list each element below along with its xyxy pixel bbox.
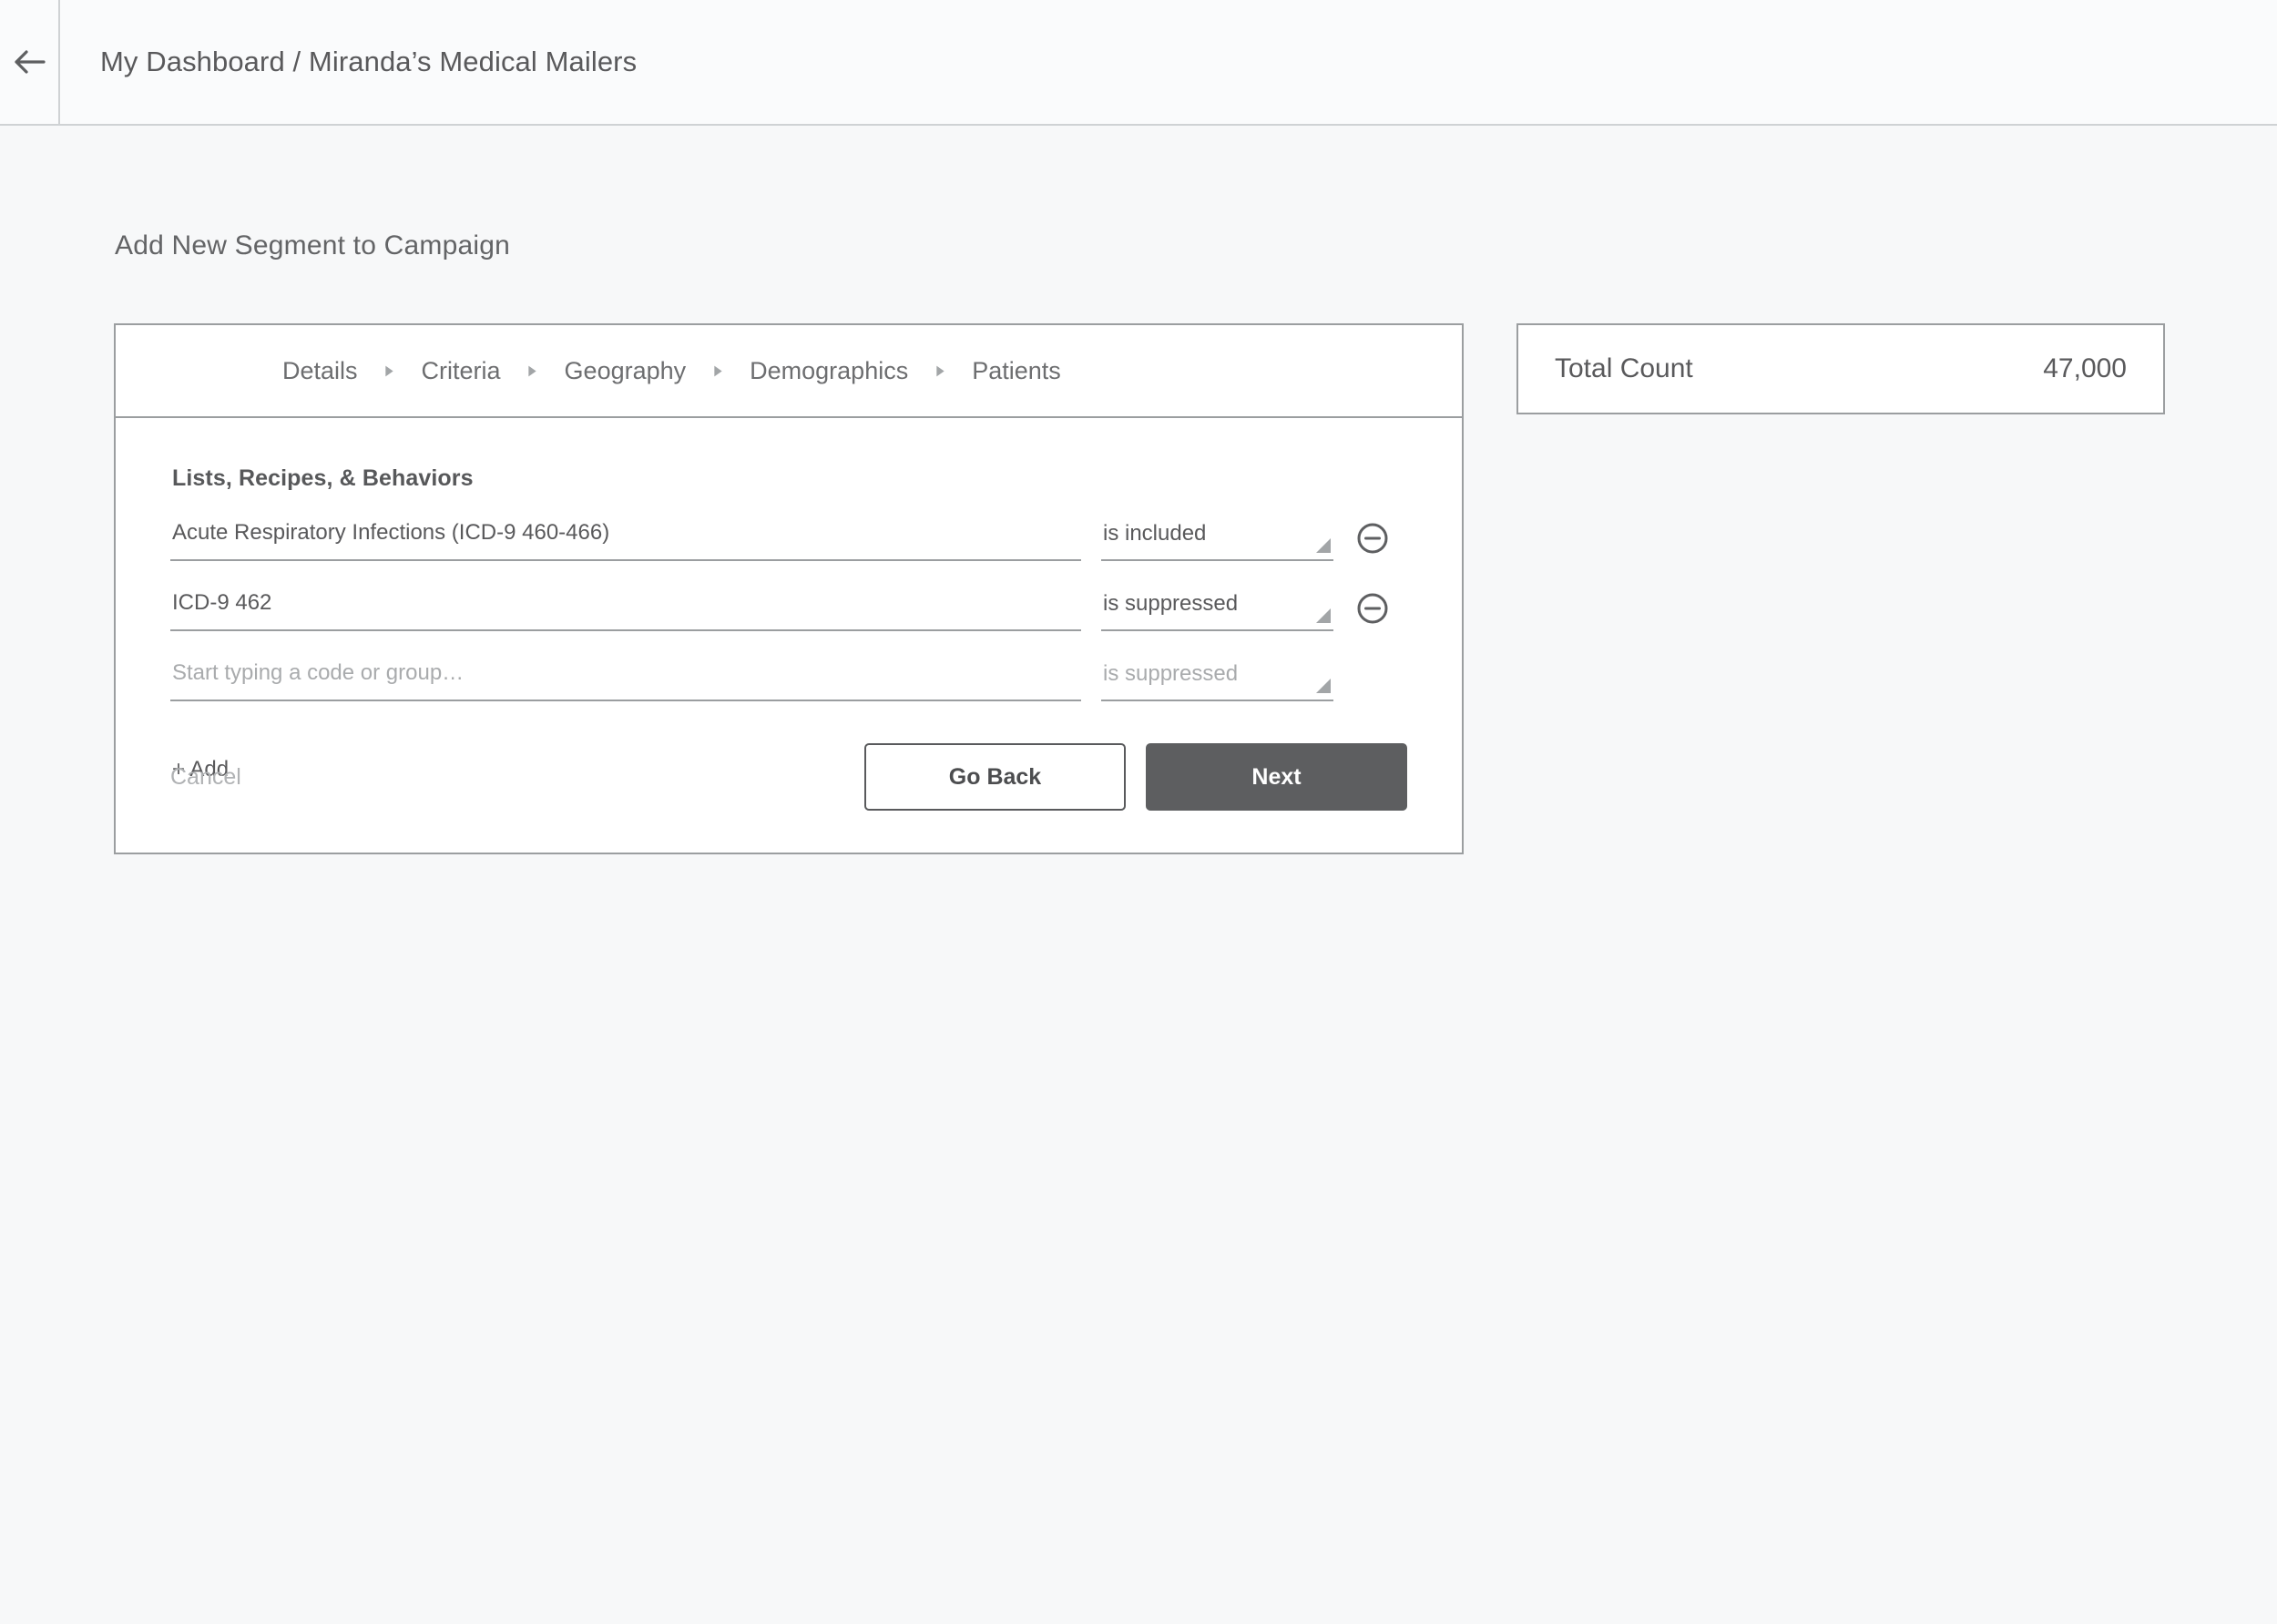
criteria-code-input[interactable] [170,517,1081,561]
total-count-label: Total Count [1555,353,1693,383]
top-header-bar: My Dashboard / Miranda’s Medical Mailers [0,0,2277,126]
criteria-row: is suppressed [170,658,1407,728]
cancel-link[interactable]: Cancel [170,764,241,791]
card-actions: Cancel Go Back Next [170,743,1407,811]
caret-right-icon [686,363,750,379]
step-details[interactable]: Details [282,357,358,385]
criteria-condition-select[interactable]: is suppressed [1101,658,1333,701]
back-button[interactable] [0,0,60,124]
add-segment-card: Details Criteria Geography Demographics … [114,323,1464,854]
criteria-code-input[interactable] [170,658,1081,701]
criteria-condition-value: is included [1103,521,1207,546]
criteria-row: is suppressed [170,587,1407,658]
criteria-condition-value: is suppressed [1103,661,1239,686]
caret-right-icon [908,363,972,379]
card-body: Lists, Recipes, & Behaviors is included [116,418,1462,853]
criteria-row: is included [170,517,1407,587]
breadcrumb[interactable]: My Dashboard / Miranda’s Medical Mailers [60,0,637,124]
step-criteria[interactable]: Criteria [422,357,501,385]
caret-right-icon [501,363,565,379]
page-title: Add New Segment to Campaign [115,230,510,260]
remove-criteria-button[interactable] [1355,591,1390,626]
wizard-stepper: Details Criteria Geography Demographics … [116,325,1462,418]
criteria-code-input[interactable] [170,587,1081,631]
criteria-condition-select[interactable]: is suppressed [1101,587,1333,631]
total-count-value: 47,000 [2043,353,2127,383]
arrow-left-icon [12,45,46,79]
caret-right-icon [358,363,422,379]
step-demographics[interactable]: Demographics [750,357,908,385]
section-title: Lists, Recipes, & Behaviors [172,465,474,491]
criteria-condition-value: is suppressed [1103,591,1239,616]
criteria-condition-select[interactable]: is included [1101,517,1333,561]
minus-circle-icon [1355,591,1390,626]
page-content: Add New Segment to Campaign Details Crit… [0,126,2277,1624]
next-button[interactable]: Next [1146,743,1407,811]
step-patients[interactable]: Patients [972,357,1061,385]
go-back-button[interactable]: Go Back [864,743,1126,811]
total-count-panel: Total Count 47,000 [1516,323,2165,414]
remove-criteria-button[interactable] [1355,521,1390,556]
step-geography[interactable]: Geography [565,357,687,385]
minus-circle-icon [1355,521,1390,556]
